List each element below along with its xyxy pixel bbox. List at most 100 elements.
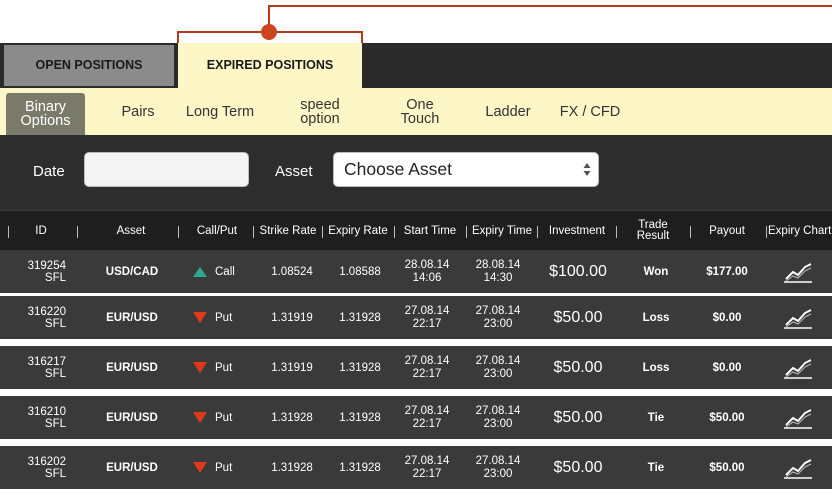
cell-expiry-time: 27.08.14 23:00 [468,346,528,389]
cell-expiry-chart[interactable] [772,396,824,439]
trend-chart-icon[interactable] [782,406,814,430]
direction-label: Put [215,361,233,374]
trend-chart-icon[interactable] [782,356,814,380]
column-divider [766,226,767,238]
position-id: 316202 [27,455,66,468]
position-id: 316210 [27,405,66,418]
subtab-speed-option[interactable]: speed option [290,88,350,135]
date-input[interactable] [84,152,249,187]
cell-trade-result: Loss [642,311,670,324]
filter-bar: Date Asset Choose Asset [0,135,832,210]
cell-expiry-rate: 1.08588 [339,265,381,278]
expiry-clock: 23:00 [483,467,513,480]
cell-expiry-chart[interactable] [772,446,824,489]
column-divider [322,226,323,238]
cell-payout: $0.00 [712,311,742,324]
expiry-clock: 23:00 [483,367,513,380]
call-up-arrow-icon [193,266,207,277]
column-divider [616,226,617,238]
subtab-binary-options[interactable]: Binary Options [6,93,85,135]
cell-id: 316210 SFL [6,396,66,439]
cell-call-put: Put [183,296,253,339]
position-id: 316220 [27,305,66,318]
cell-trade-result: Won [643,265,669,278]
cell-start-time: 28.08.14 14:06 [397,250,457,293]
table-row[interactable]: 316210 SFL EUR/USD Put 1.31928 1.31928 27.08.1… [0,396,832,439]
table-row[interactable]: 316202 SFL EUR/USD Put 1.31928 1.31928 27.08.1… [0,446,832,489]
cell-asset: EUR/USD [106,361,158,374]
trend-chart-icon[interactable] [782,456,814,480]
cell-expiry-time: 27.08.14 23:00 [468,446,528,489]
subtab-pairs[interactable]: Pairs [113,88,163,135]
cell-strike-rate: 1.08524 [271,265,313,278]
cell-asset: EUR/USD [106,411,158,424]
cell-payout: $50.00 [709,461,745,474]
col-header-strike-rate[interactable]: Strike Rate [256,211,320,251]
table-row[interactable]: 316220 SFL EUR/USD Put 1.31919 1.31928 27.08.1… [0,296,832,339]
start-clock: 22:17 [412,417,442,430]
col-header-id[interactable]: ID [18,211,64,251]
cell-call-put: Put [183,346,253,389]
cell-expiry-chart[interactable] [772,296,824,339]
start-date: 27.08.14 [404,304,450,317]
cell-strike-rate: 1.31928 [271,461,313,474]
start-clock: 22:17 [412,367,442,380]
cell-call-put: Put [183,446,253,489]
main-tab-bar: OPEN POSITIONS EXPIRED POSITIONS [0,43,832,88]
col-header-expiry-chart[interactable]: Expiry Chart [768,211,832,251]
cell-expiry-time: 28.08.14 14:30 [468,250,528,293]
col-header-payout[interactable]: Payout [697,211,757,251]
date-label: Date [33,163,65,180]
expiry-date: 27.08.14 [475,304,521,317]
cell-trade-result: Tie [647,411,665,424]
cell-asset: EUR/USD [106,311,158,324]
start-clock: 14:06 [412,271,442,284]
cell-strike-rate: 1.31919 [271,361,313,374]
position-id: 316217 [27,355,66,368]
put-down-arrow-icon [193,312,207,323]
expiry-date: 27.08.14 [475,354,521,367]
subtab-long-term[interactable]: Long Term [176,88,264,135]
col-header-call-put[interactable]: Call/Put [186,211,248,251]
cell-id: 319254 SFL [6,250,66,293]
tab-open-positions[interactable]: OPEN POSITIONS [4,45,174,86]
cell-expiry-time: 27.08.14 23:00 [468,396,528,439]
subtab-fx-cfd[interactable]: FX / CFD [553,88,627,135]
col-header-trade-result[interactable]: Trade Result [627,211,679,251]
start-date: 27.08.14 [404,454,450,467]
start-date: 28.08.14 [404,258,450,271]
col-header-expiry-rate[interactable]: Expiry Rate [325,211,391,251]
cell-expiry-rate: 1.31928 [339,461,381,474]
col-header-expiry-time[interactable]: Expiry Time [469,211,535,251]
subtab-ladder[interactable]: Ladder [476,88,540,135]
cell-expiry-rate: 1.31928 [339,311,381,324]
cell-payout: $177.00 [706,265,748,278]
col-header-start-time[interactable]: Start Time [397,211,463,251]
expiry-date: 27.08.14 [475,454,521,467]
expiry-clock: 23:00 [483,317,513,330]
subtab-one-touch[interactable]: One Touch [392,88,448,135]
table-row[interactable]: 316217 SFL EUR/USD Put 1.31919 1.31928 27.08.1… [0,346,832,389]
start-clock: 22:17 [412,467,442,480]
trend-chart-icon[interactable] [782,306,814,330]
direction-label: Call [215,265,235,278]
cell-expiry-chart[interactable] [772,250,824,293]
start-date: 27.08.14 [404,404,450,417]
cell-start-time: 27.08.14 22:17 [397,296,457,339]
cell-strike-rate: 1.31928 [271,411,313,424]
tab-expired-positions[interactable]: EXPIRED POSITIONS [178,43,362,88]
put-down-arrow-icon [193,462,207,473]
asset-select[interactable]: Choose Asset [333,152,599,187]
direction-label: Put [215,461,233,474]
cell-asset: EUR/USD [106,461,158,474]
cell-id: 316217 SFL [6,346,66,389]
expiry-clock: 14:30 [483,271,513,284]
trend-chart-icon[interactable] [782,260,814,284]
annotation-line-top [269,5,832,7]
cell-expiry-chart[interactable] [772,346,824,389]
annotation-dot-icon [261,24,277,40]
cell-investment: $50.00 [553,458,603,476]
col-header-investment[interactable]: Investment [540,211,614,251]
col-header-asset[interactable]: Asset [96,211,166,251]
table-row[interactable]: 319254 SFL USD/CAD Call 1.08524 1.08588 28.08.… [0,250,832,293]
